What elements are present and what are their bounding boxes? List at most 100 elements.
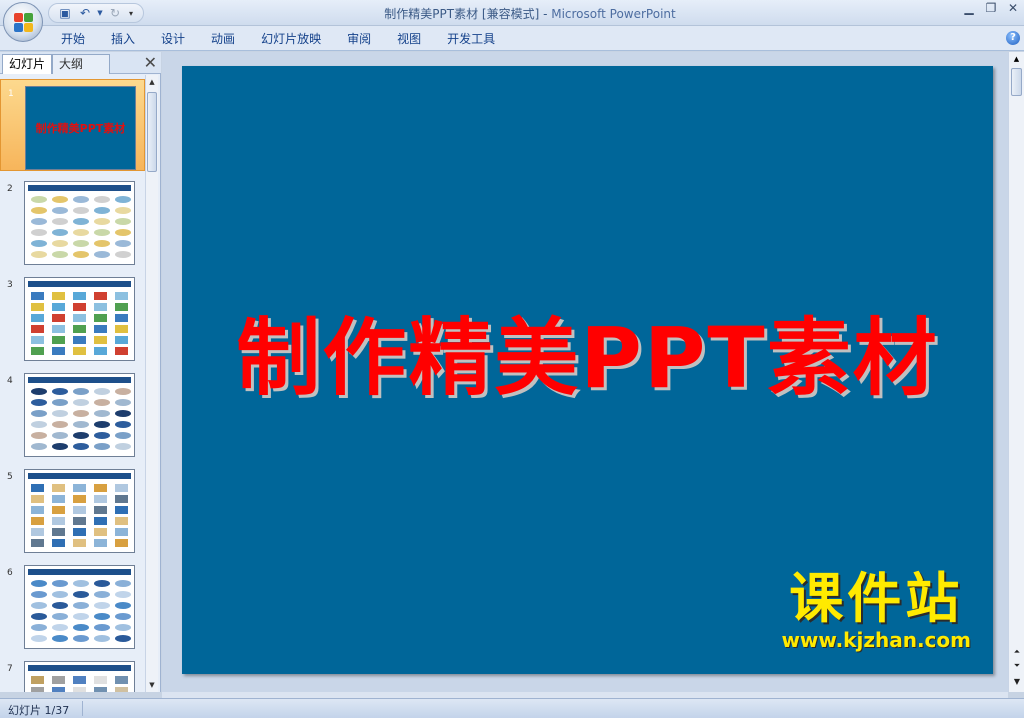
undo-icon[interactable]: ↶ — [77, 5, 93, 21]
thumbnail-shape — [31, 410, 47, 417]
scroll-up-icon[interactable]: ▲ — [1009, 52, 1024, 66]
scroll-up-icon[interactable]: ▲ — [146, 75, 158, 89]
thumbnail-header — [28, 185, 131, 191]
current-slide[interactable]: 制作精美PPT素材 课件站 www.kjzhan.com — [182, 66, 993, 674]
thumbnail-shape — [94, 229, 110, 236]
scroll-down-icon[interactable]: ▼ — [1011, 676, 1023, 688]
tab-outline[interactable]: 大纲 — [52, 54, 110, 74]
thumbnail-shape — [115, 388, 131, 395]
ribbon-tab[interactable]: 动画 — [198, 30, 248, 48]
thumbnail-shape — [94, 602, 110, 609]
slide-thumbnail-item[interactable]: 7 — [0, 655, 145, 692]
thumbnail-shape — [115, 229, 131, 236]
scroll-thumb[interactable] — [147, 92, 157, 172]
slide-thumbnail-item[interactable]: 6 — [0, 559, 145, 651]
slide-thumbnail[interactable] — [24, 661, 135, 692]
ribbon-tab[interactable]: 插入 — [98, 30, 148, 48]
thumbnail-shape — [73, 539, 86, 547]
ribbon-tab[interactable]: 设计 — [148, 30, 198, 48]
slide-thumbnail[interactable] — [24, 565, 135, 649]
ribbon-tab[interactable]: 视图 — [384, 30, 434, 48]
slide-thumbnail[interactable] — [24, 469, 135, 553]
office-button[interactable] — [3, 2, 43, 42]
status-divider — [82, 701, 83, 716]
thumbnail-shape — [31, 421, 47, 428]
slide-thumbnail-item[interactable]: 4 — [0, 367, 145, 459]
slide-thumbnail[interactable] — [24, 181, 135, 265]
undo-dropdown-icon[interactable]: ▼ — [97, 5, 103, 21]
slide-thumbnail[interactable] — [24, 277, 135, 361]
slide-number: 7 — [7, 664, 13, 674]
thumbnail-shape — [94, 410, 110, 417]
thumbnail-shape — [73, 292, 86, 300]
slide-title[interactable]: 制作精美PPT素材 — [182, 291, 993, 412]
thumbnail-shape — [31, 484, 44, 492]
thumbnail-shape — [52, 484, 65, 492]
slide-thumbnail-item[interactable]: 2 — [0, 175, 145, 267]
ribbon-tab[interactable]: 开发工具 — [434, 30, 508, 48]
scroll-down-icon[interactable]: ▼ — [146, 678, 158, 692]
next-slide-icon[interactable]: ⏷ — [1011, 660, 1023, 672]
thumbnail-shape — [52, 495, 65, 503]
thumbnail-shape — [31, 591, 47, 598]
ribbon-tabs: 开始 插入 设计 动画 幻灯片放映 审阅 视图 开发工具 — [48, 30, 508, 48]
thumbnail-shape — [94, 687, 107, 692]
previous-slide-icon[interactable]: ⏶ — [1011, 646, 1023, 658]
redo-icon[interactable]: ↻ — [107, 5, 123, 21]
help-icon[interactable]: ? — [1006, 31, 1020, 45]
thumbnail-shape — [52, 410, 68, 417]
thumbnail-shape — [94, 443, 110, 450]
tab-slides[interactable]: 幻灯片 — [2, 54, 53, 74]
thumbnail-shape — [115, 325, 128, 333]
thumbnail-shape — [52, 240, 68, 247]
ribbon-tab[interactable]: 审阅 — [334, 30, 384, 48]
thumbnail-shape — [94, 517, 107, 525]
customize-qat-icon[interactable]: ▾ — [127, 5, 135, 21]
thumbnail-shape — [94, 251, 110, 258]
title-bar: ▣ ↶ ▼ ↻ ▾ 制作精美PPT素材 [兼容模式] - Microsoft P… — [0, 0, 1024, 26]
thumbnail-shape — [52, 528, 65, 536]
scroll-thumb[interactable] — [1011, 68, 1022, 96]
slide-thumbnail-item[interactable]: 1 制作精美PPT素材 — [0, 79, 145, 171]
thumbnail-shape — [94, 325, 107, 333]
minimize-icon[interactable]: ▁ — [958, 0, 980, 18]
slide-thumbnail-item[interactable]: 5 — [0, 463, 145, 555]
ribbon-tab[interactable]: 开始 — [48, 30, 98, 48]
editor-scrollbar[interactable]: ▲ ⏶ ⏷ ▼ — [1008, 52, 1024, 692]
thumbnail-shape — [52, 196, 68, 203]
thumbnail-shape — [115, 484, 128, 492]
restore-icon[interactable]: ❐ — [980, 0, 1002, 18]
thumbnail-shape — [115, 602, 131, 609]
thumbnail-shape — [94, 484, 107, 492]
thumbnail-shape — [73, 484, 86, 492]
thumbnail-shape — [31, 251, 47, 258]
thumbnail-shape — [73, 591, 89, 598]
thumbnail-shape — [115, 495, 128, 503]
slide-thumbnail[interactable]: 制作精美PPT素材 — [25, 86, 136, 170]
close-pane-icon[interactable]: ✕ — [144, 54, 157, 72]
thumbnail-shape — [94, 624, 110, 631]
thumbnail-shape — [115, 207, 131, 214]
slide-thumbnail-item[interactable]: 3 — [0, 271, 145, 363]
thumbnail-header — [28, 281, 131, 287]
slide-thumbnail[interactable] — [24, 373, 135, 457]
thumbnail-title: 制作精美PPT素材 — [35, 122, 126, 135]
thumbnail-shape — [115, 624, 131, 631]
pane-scrollbar[interactable]: ▲ ▼ — [145, 75, 158, 692]
thumbnail-shape — [115, 347, 128, 355]
thumbnail-shape — [73, 676, 86, 684]
thumbnail-shape — [52, 676, 65, 684]
ribbon-tab[interactable]: 幻灯片放映 — [248, 30, 334, 48]
thumbnail-shape — [73, 399, 89, 406]
thumbnail-shape — [31, 388, 47, 395]
thumbnail-shape — [52, 580, 68, 587]
thumbnail-shape — [115, 251, 131, 258]
close-icon[interactable]: ✕ — [1002, 0, 1024, 18]
thumbnail-shape — [52, 421, 68, 428]
save-icon[interactable]: ▣ — [57, 5, 73, 21]
thumbnail-shape — [94, 539, 107, 547]
office-button-icon — [14, 13, 34, 33]
thumbnail-shape — [52, 399, 68, 406]
thumbnail-shape — [31, 443, 47, 450]
thumbnail-shape — [94, 196, 110, 203]
